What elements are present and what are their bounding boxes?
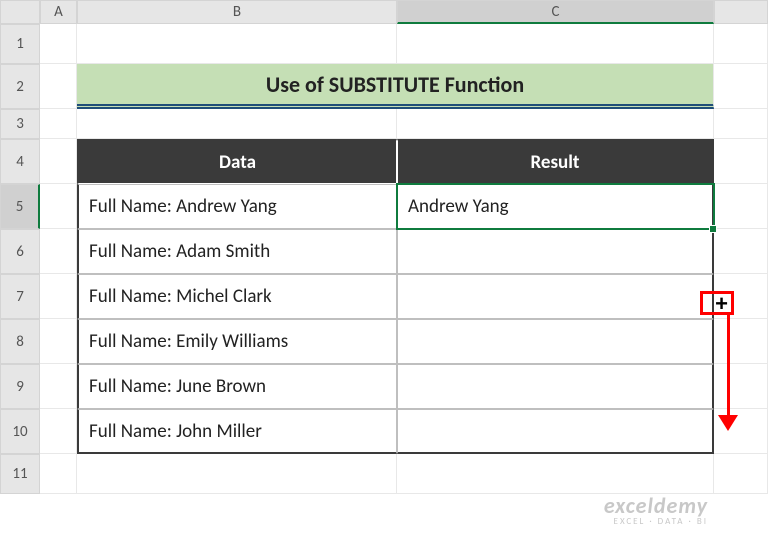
- cell-blank3[interactable]: [714, 109, 768, 139]
- cell-A1[interactable]: [40, 24, 77, 64]
- col-header-A[interactable]: A: [40, 0, 77, 24]
- cell-B10[interactable]: Full Name: John Miller: [77, 409, 397, 454]
- row-header-8[interactable]: 8: [0, 319, 40, 364]
- table-header-data: Data: [77, 139, 397, 184]
- table-header-result: Result: [397, 139, 714, 184]
- cell-C9[interactable]: [397, 364, 714, 409]
- cell-C5[interactable]: Andrew Yang: [397, 184, 714, 229]
- spreadsheet-grid: A B C 1 2 Use of SUBSTITUTE Function 3 4…: [0, 0, 768, 494]
- cell-A9[interactable]: [40, 364, 77, 409]
- cell-C8[interactable]: [397, 319, 714, 364]
- cell-C1[interactable]: [397, 24, 714, 64]
- row-header-5[interactable]: 5: [0, 184, 40, 229]
- cell-C10[interactable]: [397, 409, 714, 454]
- cell-blank2[interactable]: [714, 64, 768, 109]
- cell-A5[interactable]: [40, 184, 77, 229]
- cell-B1[interactable]: [77, 24, 397, 64]
- cell-B6[interactable]: Full Name: Adam Smith: [77, 229, 397, 274]
- row-header-1[interactable]: 1: [0, 24, 40, 64]
- cell-A2[interactable]: [40, 64, 77, 109]
- cell-A10[interactable]: [40, 409, 77, 454]
- watermark: exceldemy EXCEL · DATA · BI: [604, 492, 708, 527]
- cell-blank4[interactable]: [714, 139, 768, 184]
- drag-arrow-head-icon: [718, 415, 738, 431]
- cell-B3[interactable]: [77, 109, 397, 139]
- cell-C5-value: Andrew Yang: [408, 195, 509, 218]
- row-header-6[interactable]: 6: [0, 229, 40, 274]
- row-header-10[interactable]: 10: [0, 409, 40, 454]
- cell-B8[interactable]: Full Name: Emily Williams: [77, 319, 397, 364]
- cell-A11[interactable]: [40, 454, 77, 494]
- col-header-C[interactable]: C: [397, 0, 714, 24]
- watermark-subtitle: EXCEL · DATA · BI: [604, 516, 708, 527]
- drag-arrow-line: [727, 315, 730, 420]
- cell-blank6[interactable]: [714, 229, 768, 274]
- cell-C3[interactable]: [397, 109, 714, 139]
- cell-blank1[interactable]: [714, 24, 768, 64]
- cell-A4[interactable]: [40, 139, 77, 184]
- row-header-3[interactable]: 3: [0, 109, 40, 139]
- cell-A8[interactable]: [40, 319, 77, 364]
- row-header-4[interactable]: 4: [0, 139, 40, 184]
- watermark-title: exceldemy: [604, 492, 708, 519]
- row-header-7[interactable]: 7: [0, 274, 40, 319]
- cell-blank5[interactable]: [714, 184, 768, 229]
- cell-B5[interactable]: Full Name: Andrew Yang: [77, 184, 397, 229]
- row-header-11[interactable]: 11: [0, 454, 40, 494]
- cell-blank9[interactable]: [714, 364, 768, 409]
- cell-C11[interactable]: [397, 454, 714, 494]
- col-header-B[interactable]: B: [77, 0, 397, 24]
- cell-A6[interactable]: [40, 229, 77, 274]
- cell-blank8[interactable]: [714, 319, 768, 364]
- row-header-2[interactable]: 2: [0, 64, 40, 109]
- cell-A3[interactable]: [40, 109, 77, 139]
- cell-C6[interactable]: [397, 229, 714, 274]
- title-cell: Use of SUBSTITUTE Function: [77, 64, 714, 109]
- fill-handle[interactable]: [709, 225, 717, 233]
- select-all-corner[interactable]: [0, 0, 40, 24]
- cell-B7[interactable]: Full Name: Michel Clark: [77, 274, 397, 319]
- row-header-9[interactable]: 9: [0, 364, 40, 409]
- col-header-blank[interactable]: [714, 0, 768, 24]
- cell-C7[interactable]: [397, 274, 714, 319]
- cell-B9[interactable]: Full Name: June Brown: [77, 364, 397, 409]
- cell-A7[interactable]: [40, 274, 77, 319]
- cell-blank7[interactable]: [714, 274, 768, 319]
- cell-blank11[interactable]: [714, 454, 768, 494]
- cell-B11[interactable]: [77, 454, 397, 494]
